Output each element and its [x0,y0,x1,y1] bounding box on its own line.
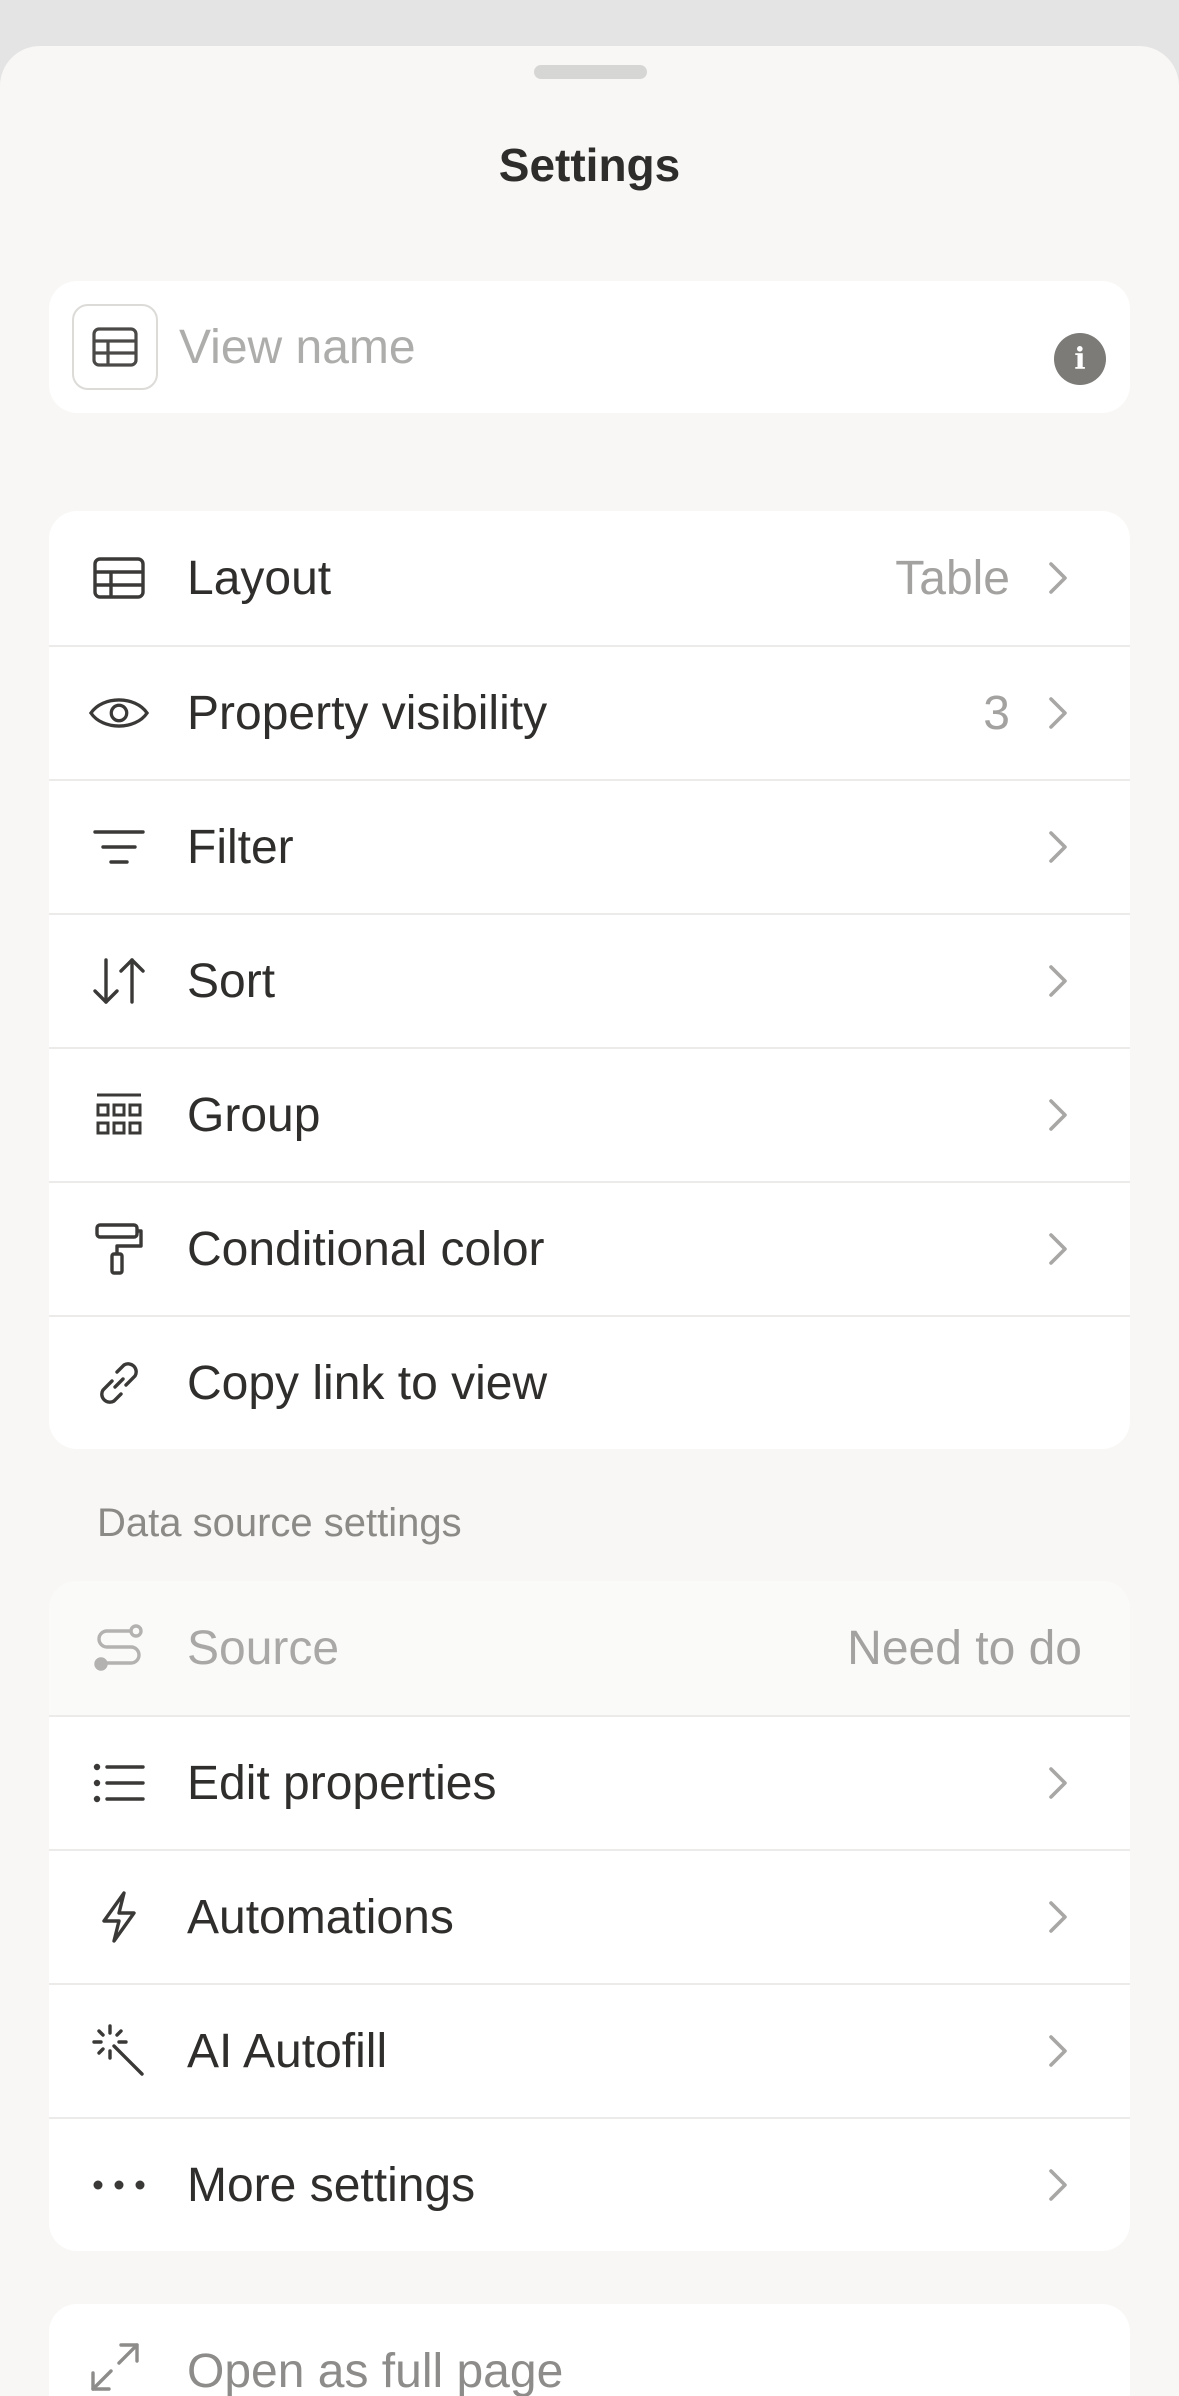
chevron-right-icon [1042,1095,1072,1135]
more-dots-icon [89,2155,149,2215]
property-visibility-row[interactable]: Property visibility 3 [49,645,1130,779]
source-value: Need to do [847,1621,1082,1675]
layout-row[interactable]: Layout Table [49,511,1130,645]
lightning-icon [89,1887,149,1947]
conditional-color-row[interactable]: Conditional color [49,1181,1130,1315]
more-settings-row[interactable]: More settings [49,2117,1130,2251]
filter-icon [89,817,149,877]
table-icon [89,548,149,608]
source-icon [89,1618,149,1678]
copy-link-label: Copy link to view [187,1356,548,1410]
info-icon[interactable]: i [1054,333,1106,385]
chevron-right-icon [1042,1763,1072,1803]
sort-row[interactable]: Sort [49,913,1130,1047]
eye-icon [89,683,149,743]
link-icon [89,1353,149,1413]
open-full-page-row[interactable]: Open as full page [49,2304,1130,2396]
view-name-card: i [49,281,1130,413]
property-visibility-label: Property visibility [187,686,548,740]
filter-label: Filter [187,820,294,874]
conditional-color-label: Conditional color [187,1222,545,1276]
chevron-right-icon [1042,558,1072,598]
ai-autofill-row[interactable]: AI Autofill [49,1983,1130,2117]
group-row[interactable]: Group [49,1047,1130,1181]
layout-label: Layout [187,551,332,605]
automations-label: Automations [187,1890,454,1944]
data-source-section-label: Data source settings [97,1501,462,1545]
chevron-right-icon [1042,1897,1072,1937]
table-icon [92,327,138,367]
list-icon [89,1753,149,1813]
chevron-right-icon [1042,2165,1072,2205]
automations-row[interactable]: Automations [49,1849,1130,1983]
filter-row[interactable]: Filter [49,779,1130,913]
data-source-card: Source Need to do Edit properties Automa… [49,1581,1130,2251]
copy-link-row[interactable]: Copy link to view [49,1315,1130,1449]
sheet-grabber[interactable] [534,65,647,79]
sheet-title: Settings [498,139,681,191]
source-row: Source Need to do [49,1581,1130,1715]
property-visibility-count: 3 [983,686,1010,740]
sparkle-wand-icon [89,2021,149,2081]
group-grid-icon [89,1085,149,1145]
layout-value: Table [895,551,1010,605]
edit-properties-row[interactable]: Edit properties [49,1715,1130,1849]
edit-properties-label: Edit properties [187,1756,497,1810]
ai-autofill-label: AI Autofill [187,2024,388,2078]
sort-label: Sort [187,954,276,1008]
more-settings-label: More settings [187,2158,476,2212]
source-label: Source [187,1621,340,1675]
open-full-page-card: Open as full page [49,2304,1130,2396]
chevron-right-icon [1042,693,1072,733]
chevron-right-icon [1042,827,1072,867]
chevron-right-icon [1042,1229,1072,1269]
group-label: Group [187,1088,321,1142]
sort-arrows-icon [89,951,149,1011]
view-icon-picker[interactable] [72,304,158,390]
view-settings-card: Layout Table Property visibility 3 Filte… [49,511,1130,1449]
settings-sheet: Settings i [0,46,1179,2396]
chevron-right-icon [1042,961,1072,1001]
paint-roller-icon [89,1219,149,1279]
open-full-page-label: Open as full page [187,2345,564,2396]
chevron-right-icon [1042,2031,1072,2071]
view-name-input[interactable] [179,311,1039,383]
expand-icon [89,2341,149,2396]
